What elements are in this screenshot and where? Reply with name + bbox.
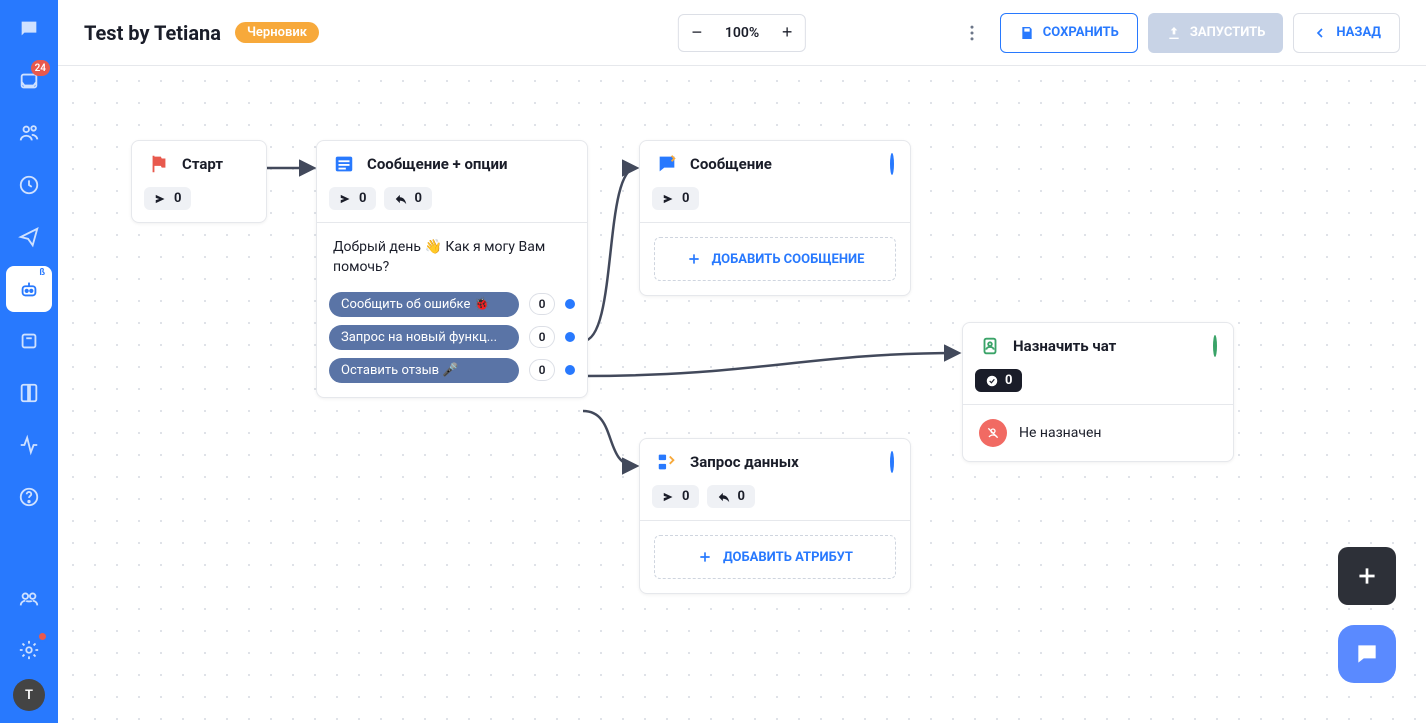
sent-count: 0 [144, 187, 191, 210]
sidebar-bots[interactable]: ß [6, 266, 52, 312]
option-count: 0 [529, 326, 555, 348]
reply-icon [394, 192, 408, 206]
settings-alert-dot [37, 631, 48, 642]
output-port[interactable] [890, 451, 894, 473]
book-icon [18, 382, 40, 404]
sidebar-app-icon[interactable] [6, 6, 52, 52]
inbox-badge: 24 [31, 60, 50, 76]
assign-count: 0 [975, 369, 1022, 392]
main-sidebar: 24 ß T [0, 0, 58, 723]
node-message[interactable]: Сообщение 0 ДОБАВИТЬ СООБЩЕНИЕ [639, 140, 911, 296]
zoom-control: − 100% + [678, 14, 806, 52]
flag-icon [148, 153, 170, 175]
plus-icon [697, 549, 713, 565]
option-row[interactable]: Оставить отзыв 🎤 0 [329, 358, 575, 383]
profile-avatar[interactable]: T [13, 679, 45, 711]
output-port[interactable] [565, 299, 575, 309]
page-title: Test by Tetiana [84, 21, 221, 45]
clock-icon [18, 174, 40, 196]
team-icon [18, 587, 40, 609]
assign-status-row: Не назначен [963, 405, 1233, 461]
option-row[interactable]: Сообщить об ошибке 🐞 0 [329, 292, 575, 317]
sent-count: 0 [329, 187, 376, 210]
chat-widget-button[interactable] [1338, 625, 1396, 683]
sidebar-campaigns[interactable] [6, 214, 52, 260]
users-icon [18, 122, 40, 144]
node-assign-chat[interactable]: Назначить чат 0 Не назначен [962, 322, 1234, 462]
sidebar-contacts[interactable] [6, 110, 52, 156]
flow-canvas[interactable]: Старт 0 Сообщение + опции 0 0 Доб [58, 66, 1426, 723]
upload-icon [1166, 25, 1182, 41]
replies-count: 0 [707, 485, 754, 508]
add-attribute-button[interactable]: ДОБАВИТЬ АТРИБУТ [654, 535, 896, 579]
arrow-right-icon [154, 192, 168, 206]
back-button[interactable]: НАЗАД [1293, 13, 1400, 53]
option-chip[interactable]: Оставить отзыв 🎤 [329, 358, 519, 383]
zoom-value: 100% [715, 25, 769, 41]
help-icon [18, 486, 40, 508]
sent-count: 0 [652, 485, 699, 508]
arrow-right-icon [662, 490, 676, 504]
output-port[interactable] [565, 332, 575, 342]
arrow-right-icon [339, 192, 353, 206]
output-port[interactable] [565, 365, 575, 375]
add-message-button[interactable]: ДОБАВИТЬ СООБЩЕНИЕ [654, 237, 896, 281]
more-menu[interactable] [954, 15, 990, 51]
message-body: Добрый день 👋 Как я могу Вам помочь? [317, 223, 587, 292]
sidebar-inbox[interactable]: 24 [6, 58, 52, 104]
bot-icon [18, 278, 40, 300]
sent-count: 0 [652, 187, 699, 210]
sidebar-settings[interactable] [6, 627, 52, 673]
option-count: 0 [529, 359, 555, 381]
node-data-request[interactable]: Запрос данных 0 0 ДОБАВИТЬ АТРИБУТ [639, 438, 911, 594]
zoom-out-button[interactable]: − [679, 15, 715, 51]
beta-badge: ß [36, 268, 48, 278]
plus-icon [1354, 563, 1380, 589]
save-icon [1019, 25, 1035, 41]
replies-count: 0 [384, 187, 431, 210]
option-count: 0 [529, 293, 555, 315]
reply-icon [717, 490, 731, 504]
option-chip[interactable]: Сообщить об ошибке 🐞 [329, 292, 519, 317]
list-icon [333, 153, 355, 175]
node-start[interactable]: Старт 0 [131, 140, 267, 223]
assign-icon [979, 335, 1001, 357]
form-icon [656, 451, 678, 473]
draft-badge: Черновик [235, 22, 319, 43]
check-circle-icon [985, 374, 999, 388]
output-port[interactable] [1213, 335, 1217, 357]
unassigned-icon [979, 419, 1007, 447]
sidebar-history[interactable] [6, 162, 52, 208]
option-row[interactable]: Запрос на новый функц... 0 [329, 325, 575, 350]
activity-icon [18, 434, 40, 456]
zoom-in-button[interactable]: + [769, 15, 805, 51]
sidebar-activity[interactable] [6, 422, 52, 468]
top-bar: Test by Tetiana Черновик − 100% + СОХРАН… [58, 0, 1426, 66]
sidebar-knowledge[interactable] [6, 370, 52, 416]
sidebar-team[interactable] [6, 575, 52, 621]
add-node-button[interactable] [1338, 547, 1396, 605]
sidebar-help[interactable] [6, 474, 52, 520]
chat-icon [1354, 641, 1380, 667]
output-port[interactable] [890, 153, 894, 175]
dots-vertical-icon [962, 23, 982, 43]
launch-button: ЗАПУСТИТЬ [1148, 13, 1284, 53]
chat-icon [18, 18, 40, 40]
node-message-options[interactable]: Сообщение + опции 0 0 Добрый день 👋 Как … [316, 140, 588, 398]
chevron-left-icon [1312, 25, 1328, 41]
save-button[interactable]: СОХРАНИТЬ [1000, 13, 1138, 53]
template-icon [18, 330, 40, 352]
plus-icon [686, 251, 702, 267]
sidebar-templates[interactable] [6, 318, 52, 364]
option-chip[interactable]: Запрос на новый функц... [329, 325, 519, 350]
arrow-right-icon [662, 192, 676, 206]
gear-icon [18, 639, 40, 661]
send-icon [18, 226, 40, 248]
chat-bubble-icon [656, 153, 678, 175]
